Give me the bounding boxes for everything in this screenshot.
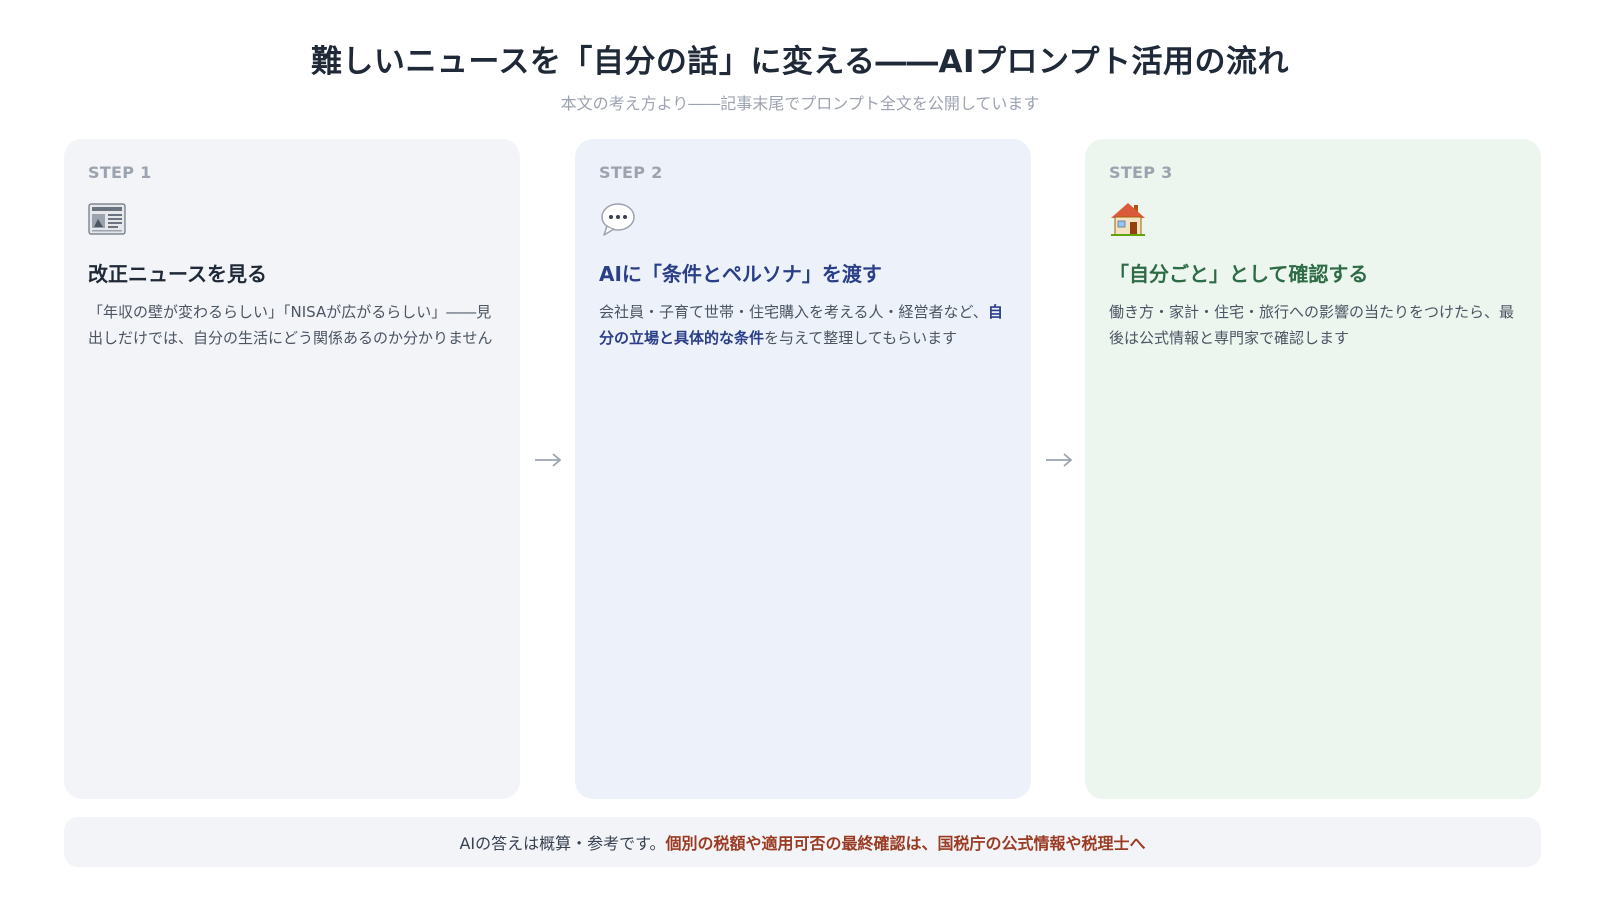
house-icon [1111, 203, 1145, 236]
step-label: STEP 1 [88, 163, 152, 182]
step-heading: 「自分ごと」として確認する [1109, 262, 1369, 286]
step-heading: 改正ニュースを見る [88, 262, 267, 286]
step-heading: AIに「条件とペルソナ」を渡す [599, 262, 882, 286]
flow-diagram: 難しいニュースを「自分の話」に変える――AIプロンプト活用の流れ 本文の考え方よ… [0, 0, 1600, 900]
newspaper-icon [88, 203, 126, 235]
step-description-text: 会社員・子育て世帯・住宅購入を考える人・経営者など、 [599, 303, 988, 321]
disclaimer-text: AIの答えは概算・参考です。 [459, 834, 666, 853]
step-description: 「年収の壁が変わるらしい」「NISAが広がるらしい」――見出しだけでは、自分の生… [88, 303, 493, 347]
step-label: STEP 3 [1109, 163, 1173, 182]
step-description: 働き方・家計・住宅・旅行への影響の当たりをつけたら、最後は公式情報と専門家で確認… [1109, 303, 1515, 347]
arrow-right-icon [1046, 453, 1073, 467]
disclaimer-warning: 個別の税額や適用可否の最終確認は、国税庁の公式情報や税理士へ [665, 834, 1146, 853]
page-title: 難しいニュースを「自分の話」に変える――AIプロンプト活用の流れ [310, 44, 1290, 80]
step-card-1: STEP 1 改正ニュースを見る 「年収の壁が変わるらしい」「NISAが広がるら… [64, 139, 520, 799]
step-description-text: を与えて整理してもらいます [764, 329, 958, 347]
arrow-right-icon [535, 453, 562, 467]
speech-bubble-icon [601, 203, 635, 236]
step-card-2: STEP 2 AIに「条件とペルソナ」を渡す 会社員・子育て世帯・住宅購入を考え… [575, 139, 1031, 799]
step-label: STEP 2 [599, 163, 663, 182]
step-description: 会社員・子育て世帯・住宅購入を考える人・経営者など、自分の立場と具体的な条件を与… [599, 299, 1007, 351]
page-subtitle: 本文の考え方より――記事末尾でプロンプト全文を公開しています [560, 94, 1040, 113]
disclaimer-note: AIの答えは概算・参考です。 個別の税額や適用可否の最終確認は、国税庁の公式情報… [64, 817, 1541, 867]
step-card-3: STEP 3 「自分ごと」として確認する 働き方・家計・住宅・旅行への影響の当た… [1085, 139, 1541, 799]
